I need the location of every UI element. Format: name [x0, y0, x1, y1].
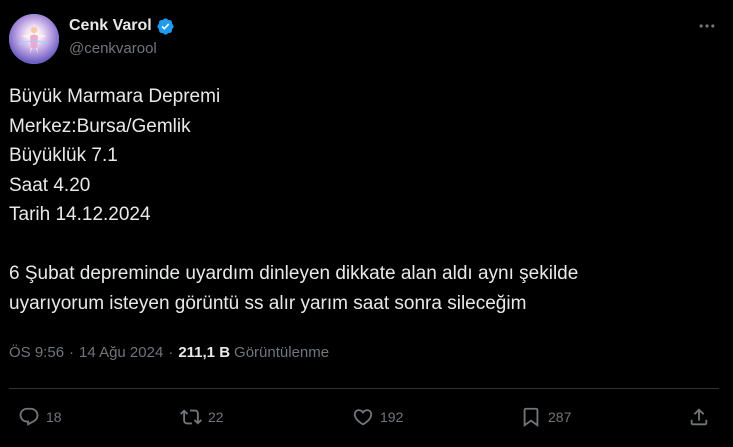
tweet-date[interactable]: 14 Ağu 2024: [79, 344, 163, 361]
tweet-text-line: Merkez:Bursa/Gemlik: [9, 115, 191, 137]
tweet-text-line: 6 Şubat depreminde uyardım dinleyen dikk…: [9, 263, 579, 284]
avatar-image: [9, 14, 59, 64]
tweet-text-line: Büyük Marmara Depremi: [9, 86, 221, 107]
bookmark-button[interactable]: 287: [520, 403, 571, 431]
more-horizontal-icon: [699, 24, 715, 28]
like-button[interactable]: 192: [352, 403, 403, 431]
tweet-card: Cenk Varol @cenkvarool Büyük Marmara Dep…: [0, 0, 733, 447]
author-handle[interactable]: @cenkvarool: [69, 40, 157, 57]
more-options-button[interactable]: [695, 14, 719, 38]
tweet-text-line: Büyüklük 7.1: [9, 145, 118, 166]
views-label: Görüntülenme: [234, 344, 330, 361]
retweet-count: 22: [208, 409, 224, 425]
reply-button[interactable]: 18: [18, 403, 62, 431]
bookmark-icon: [523, 407, 539, 428]
share-icon: [690, 408, 708, 426]
retweet-button[interactable]: 22: [180, 403, 224, 431]
heart-icon: [353, 409, 373, 426]
author-name-row: Cenk Varol: [69, 15, 175, 37]
tweet-meta: ÖS 9:56 · 14 Ağu 2024 · 211,1 B Görüntül…: [9, 344, 329, 361]
verified-badge-icon: [156, 17, 175, 36]
views-count[interactable]: 211,1 B: [178, 344, 230, 361]
retweet-icon: [180, 409, 202, 425]
tweet-time[interactable]: ÖS 9:56: [9, 344, 64, 361]
avatar[interactable]: [9, 14, 59, 64]
reply-count: 18: [46, 409, 62, 425]
tweet-text: Büyük Marmara Depremi Merkez:Bursa/Gemli…: [9, 82, 709, 318]
tweet-text-line: Tarih 14.12.2024: [9, 204, 151, 225]
tweet-text-line: Saat 4.20: [9, 174, 91, 196]
reply-icon: [19, 407, 39, 426]
meta-separator: ·: [168, 344, 174, 361]
like-count: 192: [380, 409, 404, 425]
tweet-text-line: uyarıyorum isteyen görüntü ss alır yarım…: [9, 292, 527, 314]
action-bar: 18 22 192 287: [0, 403, 733, 431]
meta-separator: ·: [69, 344, 75, 361]
share-button[interactable]: [688, 403, 710, 431]
divider: [9, 388, 719, 389]
author-display-name[interactable]: Cenk Varol: [69, 17, 152, 35]
bookmark-count: 287: [548, 409, 572, 425]
